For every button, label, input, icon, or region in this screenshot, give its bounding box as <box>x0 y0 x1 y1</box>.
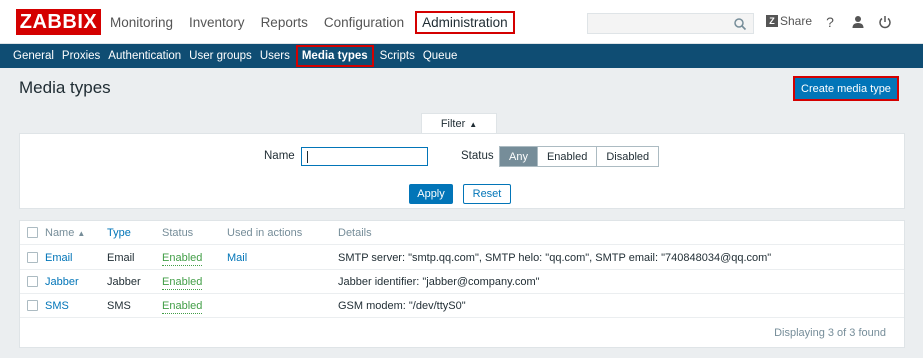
row-status-toggle[interactable]: Enabled <box>162 299 203 314</box>
row-name-link[interactable]: Jabber <box>45 270 79 294</box>
column-name-header[interactable]: Name ▲ <box>45 221 85 245</box>
nav-reports[interactable]: Reports <box>261 15 308 30</box>
row-used-in-actions-link[interactable]: Mail <box>227 246 247 270</box>
row-name-link[interactable]: SMS <box>45 294 69 318</box>
subnav-media-types[interactable]: Media types <box>295 45 374 67</box>
column-status-header: Status <box>162 227 194 239</box>
main-nav: Monitoring Inventory Reports Configurati… <box>110 0 531 44</box>
row-checkbox[interactable] <box>27 300 38 311</box>
column-type-header[interactable]: Type <box>107 221 131 245</box>
subnav-authentication[interactable]: Authentication <box>108 50 181 62</box>
table-row: Email Email Enabled Mail SMTP server: "s… <box>20 246 904 270</box>
name-filter-input[interactable] <box>301 147 428 166</box>
filter-tab[interactable]: Filter ▲ <box>421 113 497 134</box>
row-details: GSM modem: "/dev/ttyS0" <box>338 300 466 312</box>
select-all-checkbox[interactable] <box>27 227 38 238</box>
table-row: Jabber Jabber Enabled Jabber identifier:… <box>20 270 904 294</box>
subnav-general[interactable]: General <box>13 50 54 62</box>
name-label: Name <box>264 150 295 162</box>
zabbix-logo[interactable]: ZABBIX <box>16 9 101 35</box>
top-header: ZABBIX Monitoring Inventory Reports Conf… <box>0 0 923 44</box>
row-type: Email <box>107 252 135 264</box>
status-option-disabled[interactable]: Disabled <box>596 147 659 166</box>
create-media-type-button[interactable]: Create media type <box>793 76 899 101</box>
status-segmented-control: Any Enabled Disabled <box>499 146 660 167</box>
column-details-header: Details <box>338 227 372 239</box>
status-label: Status <box>461 150 494 162</box>
table-row: SMS SMS Enabled GSM modem: "/dev/ttyS0" <box>20 294 904 318</box>
filter-tab-label: Filter <box>440 118 466 130</box>
row-details: Jabber identifier: "jabber@company.com" <box>338 276 540 288</box>
results-count: Displaying 3 of 3 found <box>774 327 886 339</box>
row-status-toggle[interactable]: Enabled <box>162 251 203 266</box>
row-checkbox[interactable] <box>27 252 38 263</box>
sub-nav: General Proxies Authentication User grou… <box>0 44 923 68</box>
sort-up-icon: ▲ <box>77 229 86 238</box>
user-icon[interactable] <box>850 13 866 31</box>
subnav-scripts[interactable]: Scripts <box>380 50 415 62</box>
status-option-any[interactable]: Any <box>500 147 537 166</box>
nav-inventory[interactable]: Inventory <box>189 15 245 30</box>
filter-panel: Name Status Any Enabled Disabled Apply R… <box>19 133 905 209</box>
subnav-users[interactable]: Users <box>260 50 290 62</box>
row-details: SMTP server: "smtp.qq.com", SMTP helo: "… <box>338 252 772 264</box>
media-types-table: Name ▲ Type Status Used in actions Detai… <box>19 220 905 348</box>
reset-button[interactable]: Reset <box>463 184 511 204</box>
nav-configuration[interactable]: Configuration <box>324 15 404 30</box>
row-name-link[interactable]: Email <box>45 246 73 270</box>
row-type: SMS <box>107 300 131 312</box>
help-icon[interactable]: ? <box>822 13 838 31</box>
table-header-row: Name ▲ Type Status Used in actions Detai… <box>20 221 904 245</box>
share-label: Share <box>780 14 813 28</box>
status-option-enabled[interactable]: Enabled <box>536 147 597 166</box>
caret-up-icon: ▲ <box>469 119 478 129</box>
row-type: Jabber <box>107 276 141 288</box>
logout-icon[interactable] <box>877 13 893 31</box>
row-status-toggle[interactable]: Enabled <box>162 275 203 290</box>
share-button[interactable]: Z Share <box>766 14 812 28</box>
text-caret <box>307 151 308 163</box>
subnav-user-groups[interactable]: User groups <box>189 50 252 62</box>
subnav-queue[interactable]: Queue <box>423 50 458 62</box>
nav-monitoring[interactable]: Monitoring <box>110 15 173 30</box>
column-used-header: Used in actions <box>227 227 303 239</box>
apply-button[interactable]: Apply <box>409 184 453 204</box>
search-icon[interactable] <box>733 17 747 31</box>
subnav-proxies[interactable]: Proxies <box>62 50 100 62</box>
share-icon: Z <box>766 15 778 27</box>
search-input[interactable] <box>587 13 754 34</box>
row-checkbox[interactable] <box>27 276 38 287</box>
page-title: Media types <box>19 78 111 97</box>
nav-administration[interactable]: Administration <box>415 10 515 34</box>
